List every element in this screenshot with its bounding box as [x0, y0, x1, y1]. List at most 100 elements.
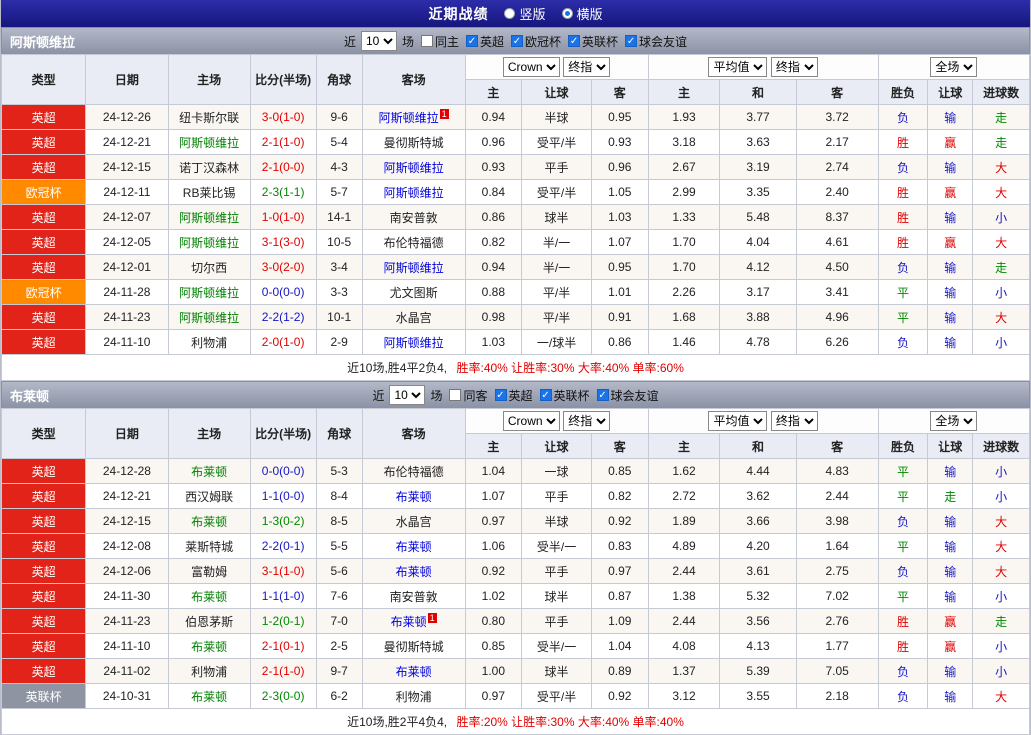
- filter-checkbox-club-friendly[interactable]: 球会友谊: [625, 33, 687, 50]
- corners: 5-3: [315, 458, 363, 484]
- filter-checkbox-efl-cup[interactable]: 英联杯: [539, 387, 590, 404]
- average-select[interactable]: 平均值: [708, 411, 768, 431]
- filter-checkbox-efl-cup[interactable]: 英联杯: [568, 33, 618, 50]
- view-option-horizontal[interactable]: 横版: [561, 4, 603, 23]
- euro-away-odds: 2.40: [795, 179, 879, 205]
- home-team-link[interactable]: 利物浦: [191, 665, 227, 679]
- scope-select[interactable]: 全场: [930, 411, 978, 431]
- home-team: 布莱顿: [167, 633, 251, 659]
- match-count-select[interactable]: 10: [389, 385, 426, 405]
- home-team-link[interactable]: 莱斯特城: [185, 540, 233, 554]
- away-team-link[interactable]: 水晶宫: [396, 515, 432, 529]
- away-team-link[interactable]: 布莱顿: [396, 540, 432, 554]
- home-team-link[interactable]: 阿斯顿维拉: [179, 236, 239, 250]
- asia-home-odds: 0.97: [464, 683, 523, 709]
- scope-select[interactable]: 全场: [930, 57, 978, 77]
- home-team-link[interactable]: 伯恩茅斯: [185, 615, 233, 629]
- filter-checkbox-same-venue[interactable]: 同主: [420, 33, 459, 50]
- away-team-link[interactable]: 布莱顿: [396, 565, 432, 579]
- home-team-link[interactable]: 利物浦: [191, 336, 227, 350]
- euro-away-odds: 7.02: [795, 583, 879, 609]
- match-row: 英超 24-12-05 阿斯顿维拉 3-1(3-0) 10-5 布伦特福德 0.82 半/一 1…: [0, 229, 1030, 255]
- home-team-link[interactable]: 阿斯顿维拉: [179, 311, 239, 325]
- filter-checkbox-club-friendly[interactable]: 球会友谊: [596, 387, 659, 404]
- away-team-link[interactable]: 布莱顿: [396, 665, 432, 679]
- away-team-link[interactable]: 布莱顿: [391, 615, 427, 629]
- away-team-link[interactable]: 曼彻斯特城: [384, 136, 444, 150]
- view-option-vertical[interactable]: 竖版: [504, 4, 546, 23]
- home-team-link[interactable]: 阿斯顿维拉: [179, 211, 239, 225]
- score: 1-0(1-0): [249, 204, 317, 230]
- score-text: 2-1(0-1): [261, 639, 305, 653]
- away-team-link[interactable]: 布伦特福德: [384, 465, 444, 479]
- filter-checkbox-same-venue[interactable]: 同客: [449, 387, 488, 404]
- company-select[interactable]: Crown: [502, 57, 560, 77]
- home-team-link[interactable]: 布莱顿: [191, 590, 227, 604]
- filter-checkbox-premier-league[interactable]: 英超: [465, 33, 504, 50]
- home-team-link[interactable]: 西汉姆联: [185, 490, 233, 504]
- away-team-link[interactable]: 阿斯顿维拉: [384, 336, 444, 350]
- result-handicap: 输: [927, 683, 974, 709]
- asia-handicap: 平/半: [521, 279, 592, 305]
- away-team-link[interactable]: 利物浦: [396, 690, 432, 704]
- away-team-link[interactable]: 南安普敦: [390, 211, 438, 225]
- league-type: 英超: [0, 558, 87, 584]
- home-team-link[interactable]: 布莱顿: [191, 640, 227, 654]
- match-count-select[interactable]: 10: [360, 31, 397, 51]
- score: 2-0(1-0): [249, 329, 317, 355]
- match-date: 24-11-02: [85, 658, 169, 684]
- match-date: 24-12-21: [85, 483, 169, 509]
- euro-draw-odds: 3.35: [719, 179, 797, 205]
- home-team-link[interactable]: 阿斯顿维拉: [179, 136, 239, 150]
- company-select[interactable]: Crown: [502, 411, 560, 431]
- away-team: 水晶宫: [361, 304, 466, 330]
- home-team-link[interactable]: 切尔西: [191, 261, 227, 275]
- filter-games-label: 场: [401, 34, 414, 49]
- match-date: 24-11-10: [85, 329, 169, 355]
- match-date: 24-11-23: [85, 608, 169, 634]
- away-team-link[interactable]: 布伦特福德: [384, 236, 444, 250]
- score: 2-2(0-1): [249, 533, 317, 559]
- euro-home-odds: 2.26: [647, 279, 721, 305]
- scope-controls: 全场: [877, 408, 1031, 434]
- euro-draw-odds: 4.20: [719, 533, 797, 559]
- result-handicap: 输: [927, 254, 974, 280]
- home-team-link[interactable]: 布莱顿: [191, 465, 227, 479]
- match-row: 欧冠杯 24-11-28 阿斯顿维拉 0-0(0-0) 3-3 尤文图斯 0.88 平/半 1.…: [0, 279, 1030, 305]
- home-team-link[interactable]: 阿斯顿维拉: [179, 286, 239, 300]
- away-team-link[interactable]: 阿斯顿维拉: [384, 186, 444, 200]
- odds-time-select[interactable]: 终指: [563, 57, 611, 77]
- away-team-link[interactable]: 曼彻斯特城: [384, 640, 444, 654]
- home-team-link[interactable]: 布莱顿: [191, 690, 227, 704]
- away-team-link[interactable]: 布莱顿: [396, 490, 432, 504]
- away-team-link[interactable]: 阿斯顿维拉: [384, 261, 444, 275]
- home-team-link[interactable]: RB莱比锡: [183, 186, 236, 200]
- result-outcome: 胜: [877, 229, 929, 255]
- away-team-link[interactable]: 阿斯顿维拉: [379, 111, 439, 125]
- away-team-link[interactable]: 阿斯顿维拉: [384, 161, 444, 175]
- away-team-link[interactable]: 南安普敦: [390, 590, 438, 604]
- asia-away-odds: 1.04: [591, 633, 649, 659]
- average-select[interactable]: 平均值: [708, 57, 768, 77]
- filter-checkbox-premier-league[interactable]: 英超: [494, 387, 533, 404]
- away-team-link[interactable]: 水晶宫: [396, 311, 432, 325]
- league-type: 英超: [0, 329, 87, 355]
- filter-checkbox-champions-league[interactable]: 欧冠杯: [511, 33, 561, 50]
- score-text: 1-2(0-1): [261, 614, 305, 628]
- home-team-link[interactable]: 诺丁汉森林: [179, 161, 239, 175]
- score: 1-2(0-1): [249, 608, 317, 634]
- score: 2-3(1-1): [249, 179, 317, 205]
- odds-time-select-2[interactable]: 终指: [770, 57, 818, 77]
- home-team-link[interactable]: 富勒姆: [191, 565, 227, 579]
- home-team-link[interactable]: 纽卡斯尔联: [179, 111, 239, 125]
- odds-time-select-2[interactable]: 终指: [770, 411, 818, 431]
- away-team-link[interactable]: 尤文图斯: [390, 286, 438, 300]
- asia-home-odds: 1.02: [464, 583, 523, 609]
- euro-home-odds: 2.44: [647, 608, 721, 634]
- asia-home-odds: 0.85: [464, 633, 523, 659]
- home-team-link[interactable]: 布莱顿: [191, 515, 227, 529]
- odds-time-select[interactable]: 终指: [563, 411, 611, 431]
- euro-away-odds: 2.74: [795, 154, 879, 180]
- score: 3-1(1-0): [249, 558, 317, 584]
- result-handicap: 赢: [927, 633, 974, 659]
